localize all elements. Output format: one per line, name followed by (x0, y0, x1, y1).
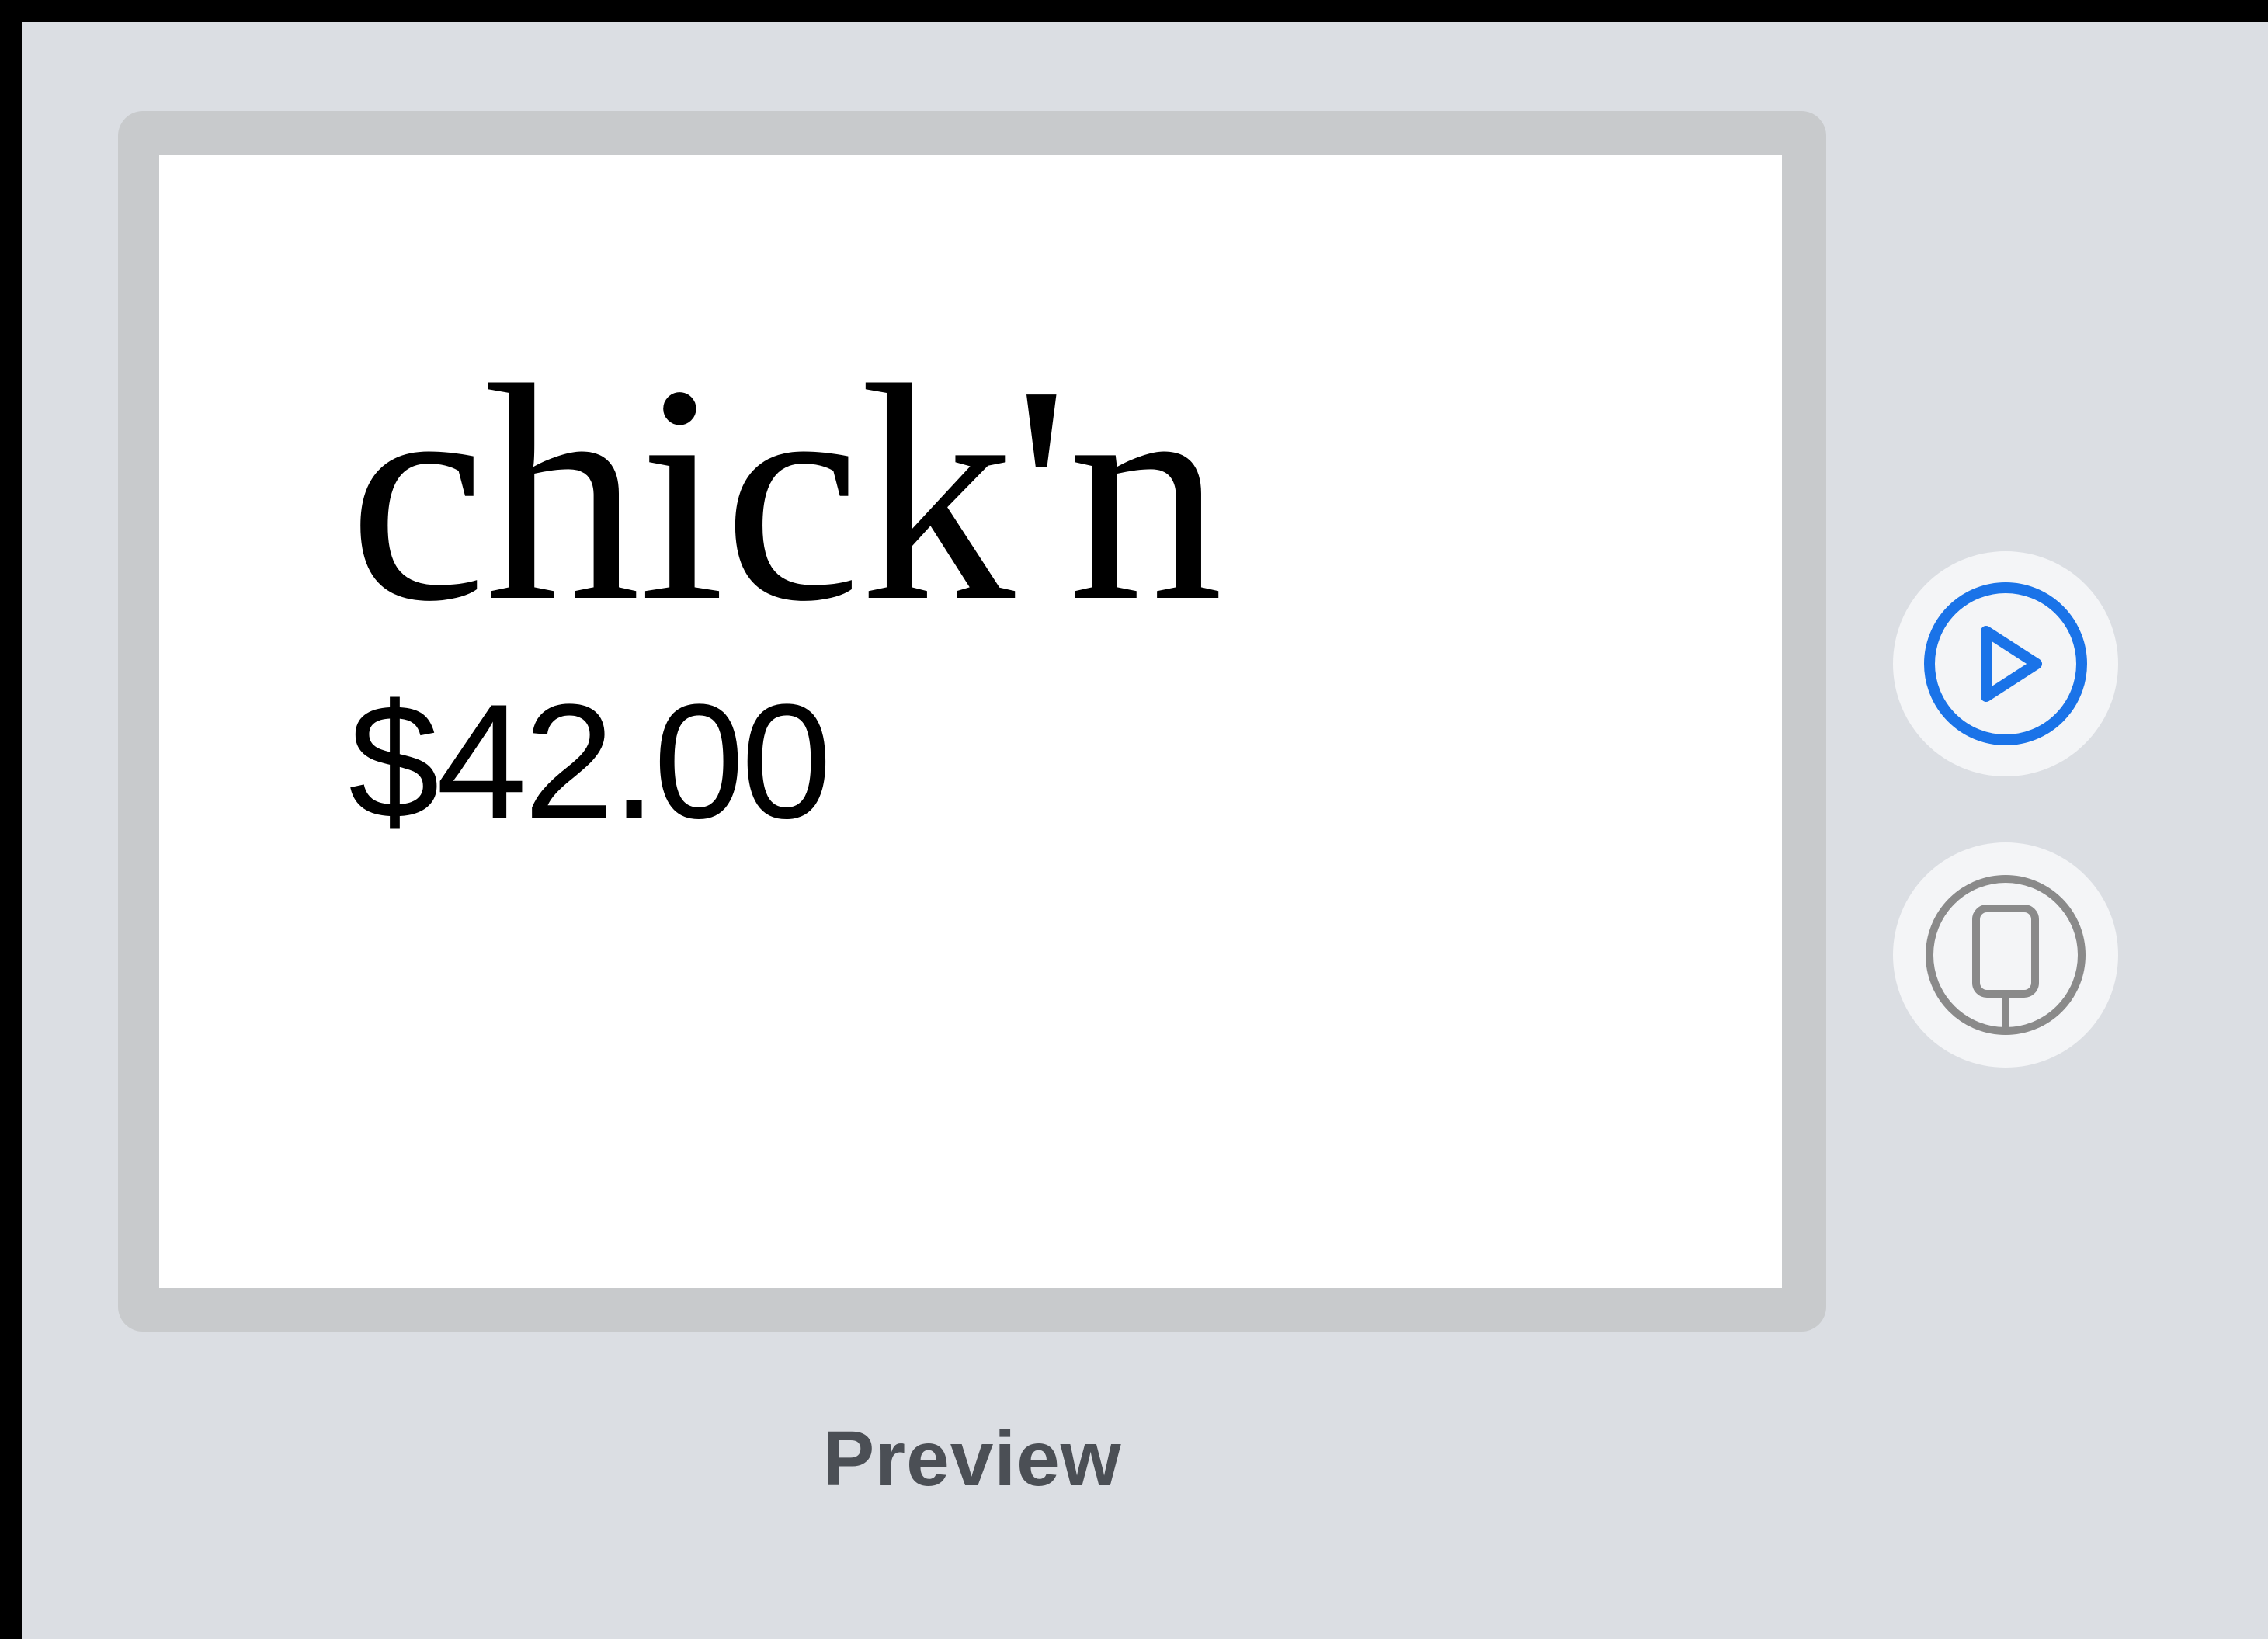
play-circle-icon (1924, 582, 2087, 745)
live-preview-button[interactable] (1893, 551, 2118, 776)
preview-caption: Preview (822, 1415, 1122, 1502)
product-price: $42.00 (349, 670, 832, 852)
preview-on-device-button[interactable] (1893, 842, 2118, 1068)
product-name: chick'n (349, 321, 1223, 665)
device-icon (1926, 875, 2086, 1035)
